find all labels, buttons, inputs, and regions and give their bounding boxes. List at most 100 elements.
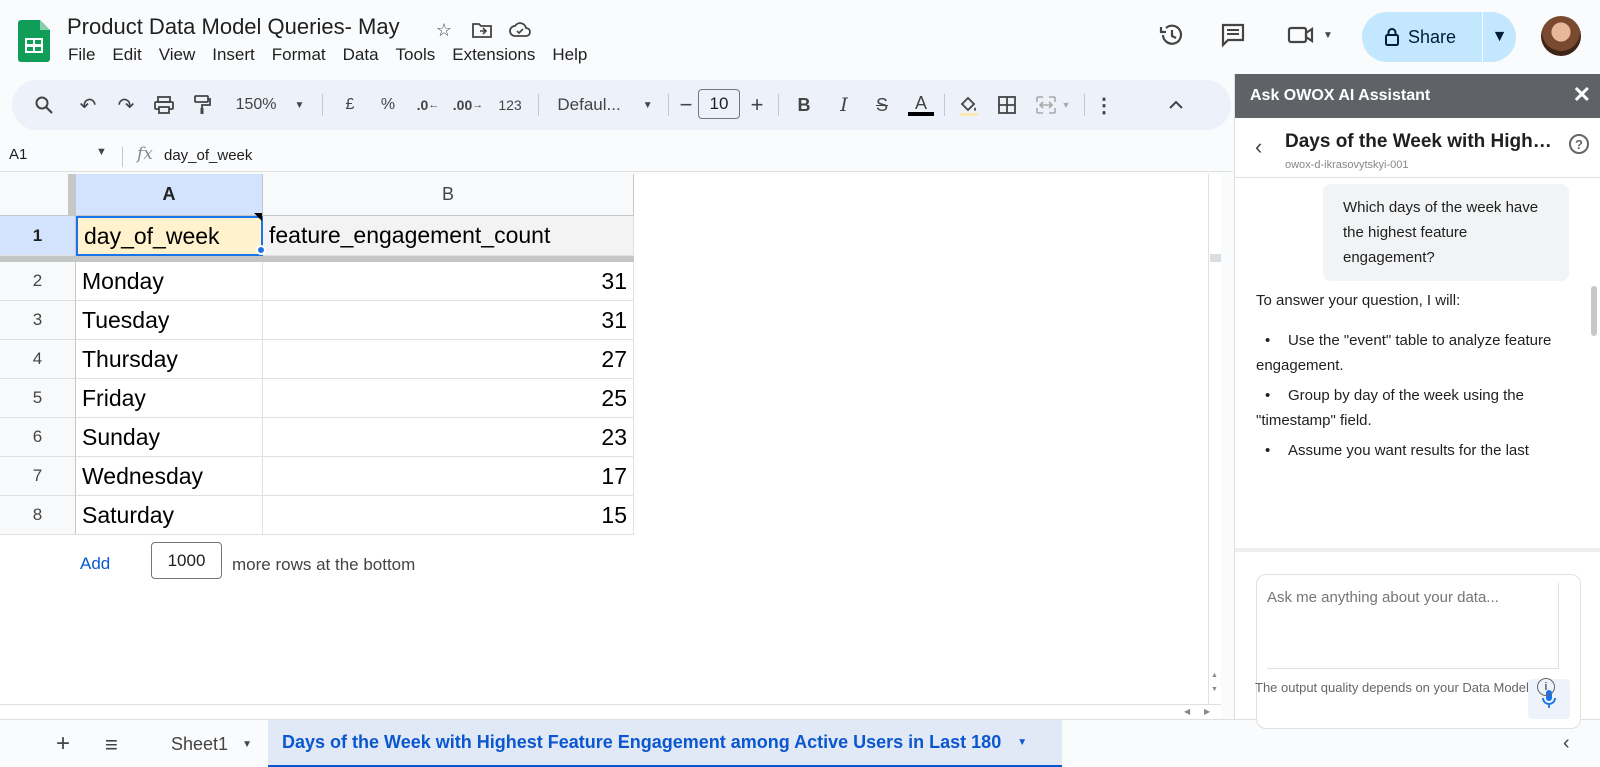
cloud-status-icon[interactable] [506, 16, 534, 44]
formula-input[interactable]: day_of_week [164, 147, 252, 164]
currency-format-button[interactable]: £ [338, 80, 362, 130]
strikethrough-button[interactable]: S [868, 80, 896, 130]
merge-cells-icon[interactable]: ▼ [1030, 80, 1076, 130]
decrease-font-size-icon[interactable]: − [676, 80, 696, 130]
menu-help[interactable]: Help [552, 45, 597, 65]
increase-font-size-icon[interactable]: + [746, 80, 768, 130]
search-menus-icon[interactable] [30, 80, 58, 130]
share-label: Share [1408, 26, 1457, 47]
name-box-caret-icon[interactable]: ▼ [96, 146, 107, 158]
spreadsheet-grid[interactable]: A B 1 day_of_week feature_engagement_cou… [0, 174, 1221, 719]
fill-color-icon[interactable] [954, 80, 984, 130]
share-dropdown-icon[interactable]: ▼ [1483, 28, 1516, 46]
vertical-scrollbar[interactable]: ▲ ▼ [1208, 174, 1221, 719]
cell-b1[interactable]: feature_engagement_count [263, 216, 634, 256]
add-rows-suffix: more rows at the bottom [232, 555, 416, 574]
cell-day[interactable]: Saturday [76, 496, 263, 535]
redo-icon[interactable]: ↷ [112, 80, 140, 130]
active-sheet-tab-caret-icon[interactable]: ▼ [1017, 737, 1027, 748]
comments-icon[interactable] [1218, 20, 1248, 50]
row-header[interactable]: 7 [0, 457, 76, 496]
close-icon[interactable]: ✕ [1573, 82, 1591, 108]
name-box[interactable]: A1 [9, 146, 27, 163]
menu-insert[interactable]: Insert [212, 45, 265, 65]
cell-count[interactable]: 23 [263, 418, 634, 457]
user-message: Which days of the week have the highest … [1323, 184, 1569, 281]
help-icon[interactable]: ? [1569, 134, 1589, 154]
cell-count[interactable]: 15 [263, 496, 634, 535]
cell-day[interactable]: Thursday [76, 340, 263, 379]
row-header[interactable]: 5 [0, 379, 76, 418]
menu-edit[interactable]: Edit [112, 45, 151, 65]
cell-day[interactable]: Tuesday [76, 301, 263, 340]
more-formats-button[interactable]: 123 [492, 80, 528, 130]
cell-count[interactable]: 25 [263, 379, 634, 418]
share-button[interactable]: Share ▼ [1362, 12, 1516, 62]
font-size-input[interactable]: 10 [698, 89, 740, 119]
percent-format-button[interactable]: % [374, 80, 402, 130]
sheet-tab-sheet1[interactable]: Sheet1 ▼ [157, 720, 266, 767]
row-header-1[interactable]: 1 [0, 216, 76, 256]
paint-format-icon[interactable] [188, 80, 216, 130]
text-color-button[interactable]: A [906, 80, 936, 130]
borders-icon[interactable] [992, 80, 1022, 130]
sheet-tab-caret-icon[interactable]: ▼ [242, 739, 252, 750]
cell-count[interactable]: 17 [263, 457, 634, 496]
row-header[interactable]: 4 [0, 340, 76, 379]
move-folder-icon[interactable] [468, 16, 496, 44]
cell-day[interactable]: Wednesday [76, 457, 263, 496]
chat-messages[interactable]: Which days of the week have the highest … [1235, 178, 1600, 548]
document-title[interactable]: Product Data Model Queries- May [67, 14, 400, 40]
zoom-select[interactable]: 150% ▼ [230, 80, 310, 130]
add-rows-button[interactable]: Add [80, 554, 110, 574]
meet-video-icon[interactable]: ▼ [1284, 20, 1336, 50]
menu-file[interactable]: File [68, 45, 105, 65]
select-all-corner[interactable] [0, 174, 76, 216]
avatar[interactable] [1541, 16, 1581, 56]
menu-format[interactable]: Format [272, 45, 336, 65]
print-icon[interactable] [150, 80, 178, 130]
menu-tools[interactable]: Tools [396, 45, 446, 65]
horizontal-scrollbar[interactable]: ◀ ▶ [0, 704, 1221, 719]
version-history-icon[interactable] [1157, 20, 1187, 50]
add-sheet-icon[interactable]: + [56, 730, 70, 758]
panel-footer: The output quality depends on your Data … [1255, 678, 1555, 696]
undo-icon[interactable]: ↶ [74, 80, 102, 130]
menu-view[interactable]: View [159, 45, 206, 65]
info-icon[interactable]: i [1536, 678, 1555, 696]
cell-count[interactable]: 31 [263, 301, 634, 340]
star-icon[interactable]: ☆ [430, 16, 458, 44]
menu-data[interactable]: Data [343, 45, 389, 65]
collapse-menus-icon[interactable] [1162, 80, 1190, 130]
sheets-logo-icon[interactable] [18, 20, 50, 62]
cell-a1[interactable]: day_of_week [76, 216, 263, 256]
row-header[interactable]: 8 [0, 496, 76, 535]
add-rows-count-input[interactable]: 1000 [151, 542, 222, 579]
all-sheets-icon[interactable]: ≡ [105, 732, 118, 758]
cell-day[interactable]: Friday [76, 379, 263, 418]
column-freeze-handle[interactable] [68, 174, 76, 216]
menu-extensions[interactable]: Extensions [452, 45, 545, 65]
sheet-tab-label: Sheet1 [171, 733, 229, 754]
column-header-a[interactable]: A [76, 174, 263, 216]
row-header[interactable]: 2 [0, 262, 76, 301]
fill-handle[interactable] [256, 245, 266, 255]
collapse-side-panel-icon[interactable]: ‹ [1563, 732, 1570, 755]
bold-button[interactable]: B [790, 80, 818, 130]
chat-scrollbar[interactable] [1591, 286, 1597, 336]
row-header[interactable]: 3 [0, 301, 76, 340]
cell-count[interactable]: 27 [263, 340, 634, 379]
italic-button[interactable]: I [830, 80, 858, 130]
cell-count[interactable]: 31 [263, 262, 634, 301]
font-select[interactable]: Defaul... ▼ [550, 80, 660, 130]
more-options-icon[interactable]: ⋮ [1094, 80, 1114, 130]
cell-day[interactable]: Sunday [76, 418, 263, 457]
decrease-decimal-button[interactable]: .0 ← [412, 80, 444, 130]
back-icon[interactable]: ‹ [1255, 134, 1262, 160]
increase-decimal-button[interactable]: .00 → [450, 80, 486, 130]
chat-input[interactable] [1267, 583, 1559, 669]
sheet-tab-active[interactable]: Days of the Week with Highest Feature En… [268, 720, 1062, 767]
cell-day[interactable]: Monday [76, 262, 263, 301]
row-header[interactable]: 6 [0, 418, 76, 457]
column-header-b[interactable]: B [263, 174, 634, 216]
